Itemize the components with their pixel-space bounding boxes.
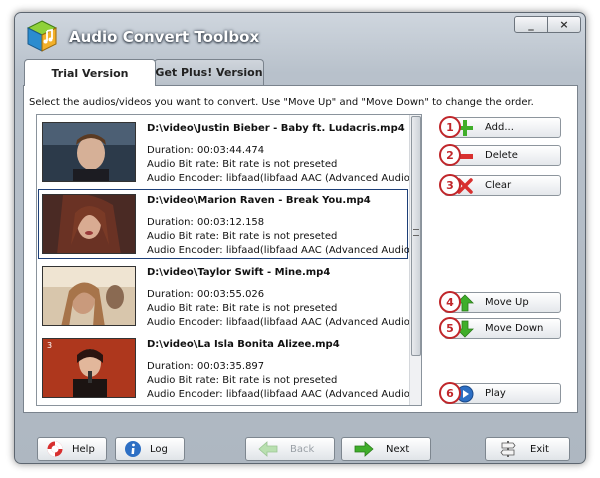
- file-bitrate: Audio Bit rate: Bit rate is not preseted: [147, 375, 338, 386]
- arrow-left-icon: [246, 441, 290, 457]
- log-button[interactable]: Log: [115, 437, 185, 461]
- help-button[interactable]: Help: [37, 437, 107, 461]
- move-down-button-label: Move Down: [485, 323, 544, 334]
- exit-button[interactable]: Exit: [485, 437, 570, 461]
- info-icon: [116, 440, 150, 458]
- video-thumbnail: 3: [42, 338, 136, 398]
- list-scrollbar[interactable]: [409, 115, 421, 405]
- add-button-label: Add...: [485, 122, 514, 133]
- delete-button[interactable]: Delete: [444, 145, 561, 166]
- next-button[interactable]: Next: [341, 437, 431, 461]
- file-name: D:\video\Marion Raven - Break You.mp4: [147, 195, 371, 206]
- scroll-grip-icon: [413, 229, 419, 236]
- file-duration: Duration: 00:03:44.474: [147, 145, 265, 156]
- list-item[interactable]: D:\video\Taylor Swift - Mine.mp4 Duratio…: [38, 261, 421, 331]
- window-title: Audio Convert Toolbox: [69, 28, 260, 46]
- play-button[interactable]: Play: [444, 383, 561, 404]
- back-button-label: Back: [290, 443, 315, 455]
- video-thumbnail: [42, 266, 136, 326]
- step-badge-1: 1: [439, 116, 461, 138]
- video-thumbnail: [42, 122, 136, 182]
- step-badge-6: 6: [439, 382, 461, 404]
- step-badge-2: 2: [439, 144, 461, 166]
- list-item[interactable]: D:\video\Justin Bieber - Baby ft. Ludacr…: [38, 117, 421, 187]
- app-window: Audio Convert Toolbox _ × Trial Version …: [14, 12, 586, 464]
- step-badge-5: 5: [439, 317, 461, 339]
- file-bitrate: Audio Bit rate: Bit rate is not preseted: [147, 159, 338, 170]
- move-up-button-label: Move Up: [485, 297, 529, 308]
- add-button[interactable]: Add...: [444, 117, 561, 138]
- step-badge-3: 3: [439, 174, 461, 196]
- next-button-label: Next: [386, 443, 410, 455]
- exit-button-label: Exit: [530, 443, 549, 455]
- file-encoder: Audio Encoder: libfaad(libfaad AAC (Adva…: [147, 173, 422, 184]
- lifebuoy-icon: [38, 440, 72, 458]
- help-button-label: Help: [72, 443, 95, 455]
- list-item[interactable]: D:\video\Marion Raven - Break You.mp4 Du…: [38, 189, 421, 259]
- clear-button-label: Clear: [485, 180, 512, 191]
- file-bitrate: Audio Bit rate: Bit rate is not preseted: [147, 303, 338, 314]
- back-button[interactable]: Back: [245, 437, 335, 461]
- log-button-label: Log: [150, 443, 168, 455]
- file-name: D:\video\Taylor Swift - Mine.mp4: [147, 267, 331, 278]
- file-encoder: Audio Encoder: libfaad(libfaad AAC (Adva…: [147, 389, 422, 400]
- signpost-icon: [486, 440, 530, 458]
- file-list[interactable]: D:\video\Justin Bieber - Baby ft. Ludacr…: [36, 114, 422, 406]
- video-thumbnail: [42, 194, 136, 254]
- scrollbar-thumb[interactable]: [411, 116, 421, 356]
- instruction-text: Select the audios/videos you want to con…: [29, 97, 534, 108]
- file-duration: Duration: 00:03:35.897: [147, 361, 265, 372]
- file-duration: Duration: 00:03:12.158: [147, 217, 265, 228]
- file-bitrate: Audio Bit rate: Bit rate is not preseted: [147, 231, 338, 242]
- tab-get-plus-version[interactable]: Get Plus! Version: [154, 59, 264, 85]
- clear-button[interactable]: Clear: [444, 175, 561, 196]
- file-duration: Duration: 00:03:55.026: [147, 289, 265, 300]
- file-encoder: Audio Encoder: libfaad(libfaad AAC (Adva…: [147, 245, 422, 256]
- delete-button-label: Delete: [485, 150, 518, 161]
- minimize-button[interactable]: _: [514, 16, 548, 33]
- move-up-button[interactable]: Move Up: [444, 292, 561, 313]
- file-name: D:\video\Justin Bieber - Baby ft. Ludacr…: [147, 123, 405, 134]
- move-down-button[interactable]: Move Down: [444, 318, 561, 339]
- file-encoder: Audio Encoder: libfaad(libfaad AAC (Adva…: [147, 317, 422, 328]
- thumbnail-overlay-number: 3: [47, 341, 53, 350]
- file-name: D:\video\La Isla Bonita Alizee.mp4: [147, 339, 340, 350]
- tab-trial-version[interactable]: Trial Version: [24, 59, 156, 86]
- arrow-right-icon: [342, 441, 386, 457]
- step-badge-4: 4: [439, 291, 461, 313]
- play-button-label: Play: [485, 388, 506, 399]
- title-bar[interactable]: Audio Convert Toolbox _ ×: [15, 13, 585, 57]
- app-cube-icon: [25, 19, 59, 53]
- list-item[interactable]: 3 D:\video\La Isla Bonita Alizee.mp4 Dur…: [38, 333, 421, 403]
- close-button[interactable]: ×: [547, 16, 581, 33]
